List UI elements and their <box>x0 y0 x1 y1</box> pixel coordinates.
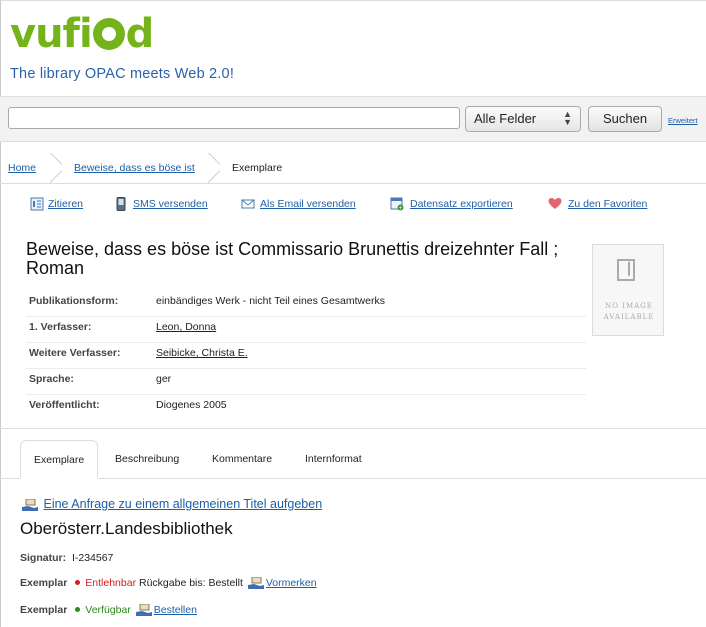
reserve-link[interactable]: Vormerken <box>266 577 317 589</box>
breadcrumb-separator <box>208 153 220 183</box>
tagline: The library OPAC meets Web 2.0! <box>10 66 235 82</box>
meta-row: Sprache: ger <box>26 368 586 395</box>
holding-item: Exemplar Entlehnbar Rückgabe bis: Bestell… <box>20 577 317 589</box>
meta-label: Sprache: <box>29 373 74 385</box>
breadcrumb-home[interactable]: Home <box>8 162 36 174</box>
no-image-text: NO IMAGE <box>605 302 653 310</box>
order-link[interactable]: Bestellen <box>154 604 197 616</box>
svg-text:+: + <box>398 206 402 212</box>
mobile-phone-icon <box>116 197 126 211</box>
order-hand-icon <box>135 604 152 616</box>
breadcrumb: Home Beweise, dass es böse ist Exemplare <box>0 153 706 184</box>
tab-kommentare[interactable]: Kommentare <box>212 440 272 478</box>
search-field-select[interactable]: Alle Felder ▲ ▼ <box>465 106 581 132</box>
cite-icon <box>30 197 44 211</box>
search-input[interactable] <box>8 107 460 129</box>
meta-label: Publikationsform: <box>29 295 119 307</box>
email-link[interactable]: Als Email versenden <box>260 198 356 210</box>
tab-beschreibung[interactable]: Beschreibung <box>115 440 179 478</box>
tab-internformat[interactable]: Internformat <box>305 440 362 478</box>
export-link[interactable]: Datensatz exportieren <box>410 198 513 210</box>
sms-link[interactable]: SMS versenden <box>133 198 208 210</box>
meta-label: Veröffentlicht: <box>29 399 100 411</box>
meta-row: Weitere Verfasser: Seibicke, Christa E. <box>26 342 586 369</box>
signature-label: Signatur: <box>20 552 67 564</box>
no-image-placeholder: NO IMAGE AVAILABLE <box>592 244 664 336</box>
contributor-link[interactable]: Seibicke, Christa E. <box>156 347 248 359</box>
vufind-logo[interactable]: vufi d <box>10 14 154 54</box>
logo-gear-icon <box>92 18 125 50</box>
divider <box>0 428 706 429</box>
item-label: Exemplar <box>20 604 68 616</box>
meta-row: 1. Verfasser: Leon, Donna <box>26 316 586 343</box>
meta-label: Weitere Verfasser: <box>29 347 121 359</box>
breadcrumb-record[interactable]: Beweise, dass es böse ist <box>74 162 195 174</box>
tab-exemplare[interactable]: Exemplare <box>20 440 99 478</box>
meta-label: 1. Verfasser: <box>29 321 92 333</box>
request-hand-icon <box>22 499 38 511</box>
email-icon <box>241 199 255 209</box>
signature-value: I-234567 <box>71 552 114 564</box>
meta-value: ger <box>156 373 172 385</box>
meta-row: Veröffentlicht: Diogenes 2005 <box>26 394 586 420</box>
search-field-selected: Alle Felder <box>474 111 537 126</box>
advanced-search-link[interactable]: Erweitert <box>668 116 698 125</box>
breadcrumb-separator <box>50 153 62 183</box>
status-dot-icon <box>75 607 81 612</box>
door-icon <box>617 259 635 281</box>
library-name: Oberösterr.Landesbibliothek <box>20 519 233 538</box>
item-status: Entlehnbar <box>85 577 137 589</box>
favorites-link[interactable]: Zu den Favoriten <box>568 198 647 210</box>
heart-icon <box>548 198 562 209</box>
select-arrows-icon: ▲ ▼ <box>563 109 572 127</box>
export-icon: + <box>390 197 404 211</box>
signature-row: Signatur: I-234567 <box>20 552 113 564</box>
general-request-link[interactable]: Eine Anfrage zu einem allgemeinen Titel … <box>43 497 322 511</box>
request-row: Eine Anfrage zu einem allgemeinen Titel … <box>20 497 322 511</box>
meta-value: einbändiges Werk - nicht Teil eines Gesa… <box>156 295 385 307</box>
search-button[interactable]: Suchen <box>588 106 662 132</box>
tab-divider <box>0 478 20 479</box>
holding-item: Exemplar Verfügbar Bestellen <box>20 604 197 616</box>
item-label: Exemplar <box>20 577 68 589</box>
item-note: Rückgabe bis: Bestellt <box>139 577 243 589</box>
breadcrumb-current: Exemplare <box>232 162 283 174</box>
tab-divider <box>98 478 706 479</box>
record-title: Beweise, dass es böse ist Commissario Br… <box>26 239 559 278</box>
meta-row: Publikationsform: einbändiges Werk - nic… <box>26 290 586 317</box>
cite-link[interactable]: Zitieren <box>48 198 83 210</box>
hold-hand-icon <box>247 577 264 589</box>
author-link[interactable]: Leon, Donna <box>156 321 216 333</box>
status-dot-icon <box>75 580 81 585</box>
item-status: Verfügbar <box>85 604 131 616</box>
meta-value: Diogenes 2005 <box>156 399 227 411</box>
search-bar: Alle Felder ▲ ▼ Suchen Erweitert <box>0 96 706 142</box>
no-image-text: AVAILABLE <box>603 313 655 321</box>
